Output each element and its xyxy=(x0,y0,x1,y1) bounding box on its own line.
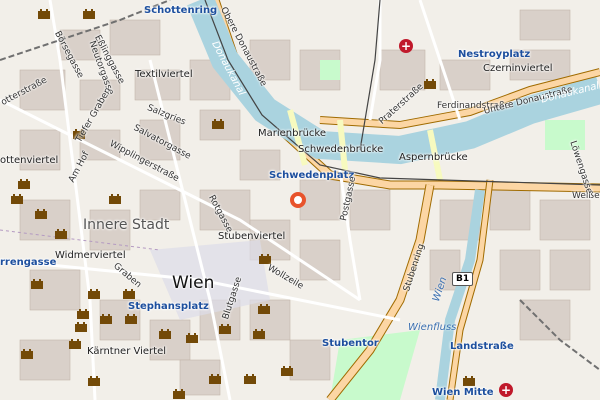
castle-icon[interactable] xyxy=(76,307,90,319)
label-schwedenplatz: Schwedenplatz xyxy=(269,170,355,181)
castle-icon[interactable] xyxy=(423,77,437,89)
castle-icon[interactable] xyxy=(54,227,68,239)
castle-icon[interactable] xyxy=(158,327,172,339)
label-stubenviertel: Stubenviertel xyxy=(218,231,286,242)
location-marker-icon[interactable] xyxy=(290,192,306,208)
castle-icon[interactable] xyxy=(68,337,82,349)
castle-icon[interactable] xyxy=(185,331,199,343)
label-ottenviertel: ottenviertel xyxy=(0,155,59,166)
castle-icon[interactable] xyxy=(211,117,225,129)
castle-icon[interactable] xyxy=(10,192,24,204)
label-karntner-viertel: Kärntner Viertel xyxy=(87,346,166,357)
castle-icon[interactable] xyxy=(17,177,31,189)
castle-icon[interactable] xyxy=(252,327,266,339)
label-wienfluss: Wienfluss xyxy=(408,322,457,333)
castle-icon[interactable] xyxy=(218,322,232,334)
castle-icon[interactable] xyxy=(122,287,136,299)
castle-icon[interactable] xyxy=(37,7,51,19)
castle-icon[interactable] xyxy=(257,302,271,314)
castle-icon[interactable] xyxy=(87,287,101,299)
label-schwedenbrucke: Schwedenbrücke xyxy=(298,144,384,155)
label-textilviertel: Textilviertel xyxy=(135,69,193,80)
hospital-cross-icon[interactable]: + xyxy=(499,383,513,397)
castle-icon[interactable] xyxy=(280,364,294,376)
map-canvas[interactable]: + + Schottenring Obere Donaustraße Donau… xyxy=(0,0,600,400)
castle-icon[interactable] xyxy=(20,347,34,359)
label-landstrasse: Landstraße xyxy=(450,341,514,352)
label-wien-mitte: Wien Mitte xyxy=(432,387,494,398)
castle-icon[interactable] xyxy=(208,372,222,384)
label-schottenring: Schottenring xyxy=(144,5,218,16)
castle-icon[interactable] xyxy=(82,7,96,19)
castle-icon[interactable] xyxy=(87,374,101,386)
castle-icon[interactable] xyxy=(99,312,113,324)
castle-icon[interactable] xyxy=(462,374,476,386)
label-innere-stadt: Innere Stadt xyxy=(83,217,170,233)
label-herrengasse: rrengasse xyxy=(0,257,57,268)
castle-icon[interactable] xyxy=(74,320,88,332)
hospital-cross-icon[interactable]: + xyxy=(399,39,413,53)
route-shield-b1: B1 xyxy=(452,272,474,286)
label-stubentor: Stubentor xyxy=(322,338,379,349)
label-czerninviertel: Czerninviertel xyxy=(483,63,553,74)
castle-icon[interactable] xyxy=(108,192,122,204)
castle-icon[interactable] xyxy=(124,312,138,324)
castle-icon[interactable] xyxy=(30,277,44,289)
castle-icon[interactable] xyxy=(243,372,257,384)
label-marienbrucke: Marienbrücke xyxy=(258,128,327,139)
label-widmerviertel: Widmerviertel xyxy=(55,250,126,261)
label-nestroyplatz: Nestroyplatz xyxy=(458,49,531,60)
castle-icon[interactable] xyxy=(172,387,186,399)
label-aspernbrucke: Aspernbrücke xyxy=(399,152,468,163)
label-wien: Wien xyxy=(172,273,215,293)
castle-icon[interactable] xyxy=(34,207,48,219)
label-stephansplatz: Stephansplatz xyxy=(128,301,209,312)
